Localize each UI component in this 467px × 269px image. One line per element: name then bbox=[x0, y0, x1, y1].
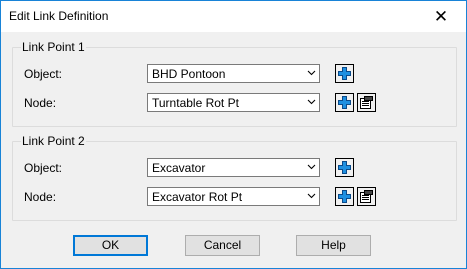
edit-node-button[interactable] bbox=[357, 187, 376, 206]
group-title: Link Point 1 bbox=[21, 40, 86, 54]
node-value: Excavator Rot Pt bbox=[152, 190, 243, 204]
add-node-button[interactable] bbox=[335, 93, 354, 112]
node-value: Turntable Rot Pt bbox=[152, 96, 239, 110]
object-value: Excavator bbox=[152, 161, 206, 175]
edit-node-button[interactable] bbox=[357, 93, 376, 112]
link-point-1-group: Link Point 1 Object: BHD Pontoon Node: T… bbox=[12, 40, 457, 127]
chevron-down-icon bbox=[307, 70, 316, 76]
edit-link-dialog: Edit Link Definition ✕ Link Point 1 Obje… bbox=[0, 0, 467, 269]
object-select[interactable]: Excavator bbox=[147, 158, 320, 177]
ok-button[interactable]: OK bbox=[73, 235, 148, 256]
chevron-down-icon bbox=[307, 193, 316, 199]
plus-icon bbox=[338, 67, 351, 80]
plus-icon bbox=[338, 190, 351, 203]
add-object-button[interactable] bbox=[335, 64, 354, 83]
dialog-title: Edit Link Definition bbox=[9, 9, 109, 23]
object-value: BHD Pontoon bbox=[152, 67, 226, 81]
edit-properties-icon bbox=[360, 96, 373, 109]
node-select[interactable]: Excavator Rot Pt bbox=[147, 187, 320, 206]
close-icon[interactable]: ✕ bbox=[418, 1, 464, 32]
add-object-button[interactable] bbox=[335, 158, 354, 177]
plus-icon bbox=[338, 96, 351, 109]
object-select[interactable]: BHD Pontoon bbox=[147, 64, 320, 83]
plus-icon bbox=[338, 161, 351, 174]
link-point-2-group: Link Point 2 Object: Excavator Node: Exc… bbox=[12, 134, 457, 221]
edit-properties-icon bbox=[360, 190, 373, 203]
object-label: Object: bbox=[24, 67, 63, 81]
chevron-down-icon bbox=[307, 164, 316, 170]
help-button[interactable]: Help bbox=[296, 235, 371, 256]
group-title: Link Point 2 bbox=[21, 134, 86, 148]
node-label: Node: bbox=[24, 190, 57, 204]
cancel-button[interactable]: Cancel bbox=[185, 235, 260, 256]
add-node-button[interactable] bbox=[335, 187, 354, 206]
node-label: Node: bbox=[24, 96, 57, 110]
object-label: Object: bbox=[24, 161, 63, 175]
title-bar: Edit Link Definition ✕ bbox=[1, 1, 466, 32]
chevron-down-icon bbox=[307, 99, 316, 105]
node-select[interactable]: Turntable Rot Pt bbox=[147, 93, 320, 112]
